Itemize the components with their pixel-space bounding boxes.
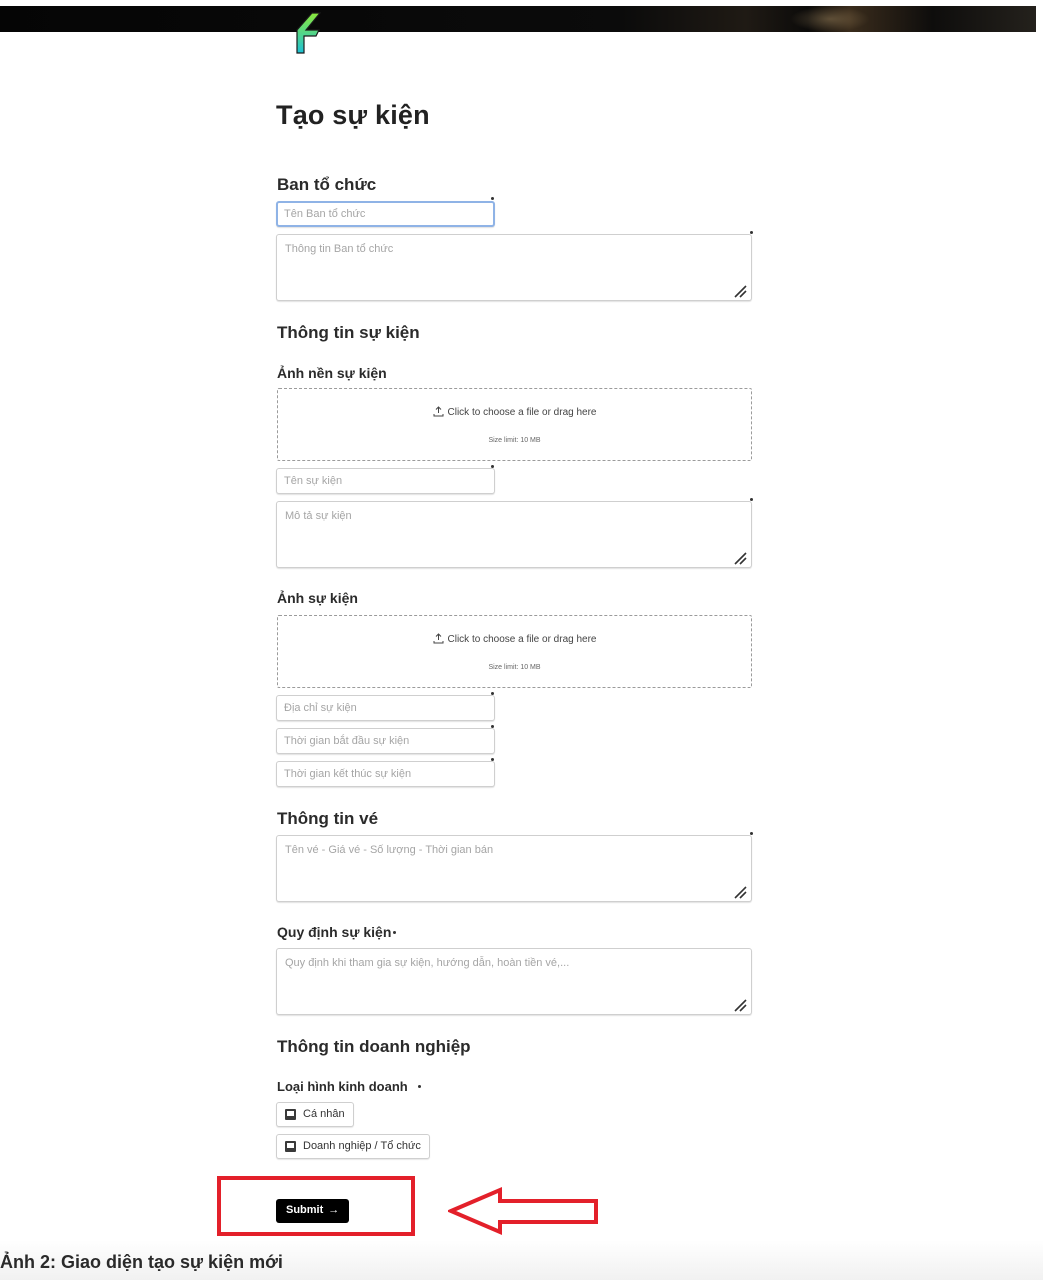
organizer-info-textarea[interactable]: Thông tin Ban tổ chức	[276, 234, 752, 301]
dropzone-text: Click to choose a file or drag here	[278, 633, 751, 645]
organizer-section-title: Ban tổ chức	[277, 175, 377, 194]
required-marker	[491, 465, 494, 468]
upload-icon	[433, 406, 444, 417]
required-marker	[750, 832, 753, 835]
business-type-option-individual[interactable]: Cá nhân	[276, 1102, 354, 1127]
required-marker	[491, 725, 494, 728]
business-info-section-title: Thông tin doanh nghiệp	[277, 1037, 471, 1056]
required-marker	[393, 931, 396, 934]
ticket-info-section-title: Thông tin vé	[277, 809, 379, 828]
figure-caption: Ảnh 2: Giao diện tạo sự kiện mới	[0, 1252, 283, 1272]
organizer-name-input[interactable]: Tên Ban tổ chức	[276, 201, 495, 227]
business-type-option-organization[interactable]: Doanh nghiệp / Tổ chức	[276, 1134, 430, 1159]
rules-label: Quy định sự kiện	[277, 924, 392, 940]
option-icon	[285, 1109, 296, 1120]
cover-image-dropzone[interactable]: Click to choose a file or drag here Size…	[277, 388, 752, 461]
resize-handle-icon[interactable]	[733, 551, 747, 565]
pointer-arrow-icon	[448, 1186, 598, 1236]
page-title: Tạo sự kiện	[276, 100, 430, 130]
required-marker	[750, 498, 753, 501]
upload-instruction: Click to choose a file or drag here	[447, 407, 597, 418]
resize-handle-icon[interactable]	[733, 998, 747, 1012]
dropzone-text: Click to choose a file or drag here	[278, 406, 751, 418]
business-type-label: Loại hình kinh doanh	[277, 1079, 408, 1094]
upload-size-limit: Size limit: 10 MB	[488, 664, 541, 671]
upload-size-limit: Size limit: 10 MB	[488, 437, 541, 444]
event-address-input[interactable]: Địa chỉ sự kiện	[276, 695, 495, 721]
cover-image-label: Ảnh nền sự kiện	[277, 365, 387, 381]
rules-textarea[interactable]: Quy định khi tham gia sự kiện, hướng dẫn…	[276, 948, 752, 1015]
required-marker	[491, 758, 494, 761]
app-logo[interactable]	[292, 10, 326, 56]
required-marker	[418, 1085, 421, 1088]
event-start-time-input[interactable]: Thời gian bắt đầu sự kiện	[276, 728, 495, 754]
option-icon	[285, 1141, 296, 1152]
required-marker	[491, 197, 494, 200]
required-marker	[750, 231, 753, 234]
event-info-section-title: Thông tin sự kiện	[277, 323, 420, 342]
highlight-box	[217, 1176, 415, 1236]
event-end-time-input[interactable]: Thời gian kết thúc sự kiện	[276, 761, 495, 787]
option-label: Doanh nghiệp / Tổ chức	[303, 1140, 421, 1152]
resize-handle-icon[interactable]	[733, 284, 747, 298]
banner-glow	[790, 6, 870, 32]
upload-icon	[433, 633, 444, 644]
upload-instruction: Click to choose a file or drag here	[447, 634, 597, 645]
event-description-textarea[interactable]: Mô tả sự kiện	[276, 501, 752, 568]
event-images-label: Ảnh sự kiện	[277, 590, 358, 606]
required-marker	[491, 692, 494, 695]
tickets-textarea[interactable]: Tên vé - Giá vé - Số lượng - Thời gian b…	[276, 835, 752, 902]
resize-handle-icon[interactable]	[733, 885, 747, 899]
option-label: Cá nhân	[303, 1108, 345, 1120]
event-images-dropzone[interactable]: Click to choose a file or drag here Size…	[277, 615, 752, 688]
top-banner	[0, 6, 1036, 32]
event-name-input[interactable]: Tên sự kiện	[276, 468, 495, 494]
